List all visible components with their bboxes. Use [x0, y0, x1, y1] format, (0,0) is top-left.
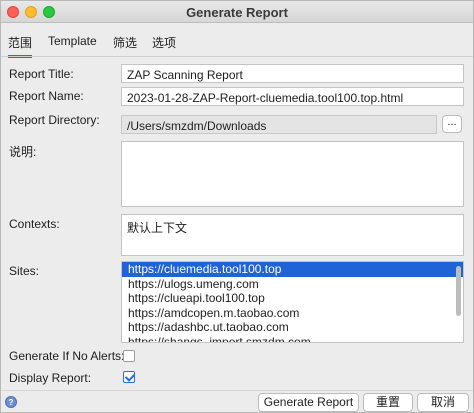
- report-directory-label: Report Directory:: [9, 113, 100, 127]
- sites-list[interactable]: https://cluemedia.tool100.top https://ul…: [121, 261, 464, 343]
- report-title-input[interactable]: ZAP Scanning Report: [121, 64, 464, 83]
- tab-scope[interactable]: 范围: [8, 34, 33, 58]
- site-item[interactable]: https://adashbc.ut.taobao.com: [122, 320, 463, 335]
- report-name-label: Report Name:: [9, 89, 84, 103]
- report-title-label: Report Title:: [9, 67, 74, 81]
- generate-if-no-alerts-label: Generate If No Alerts:: [9, 349, 125, 363]
- report-name-input[interactable]: 2023-01-28-ZAP-Report-cluemedia.tool100.…: [121, 87, 464, 106]
- context-item[interactable]: 默认上下文: [127, 221, 187, 235]
- bottom-divider: [1, 390, 473, 391]
- tab-options[interactable]: 选项: [152, 34, 176, 51]
- description-textarea[interactable]: [121, 141, 464, 207]
- tab-bar: 范围 Template 筛选 选项: [1, 23, 473, 58]
- contexts-label: Contexts:: [9, 217, 60, 231]
- cancel-button[interactable]: 取消: [417, 393, 469, 412]
- window-title: Generate Report: [186, 5, 288, 20]
- site-item[interactable]: https://cluemedia.tool100.top: [122, 262, 463, 277]
- tab-divider: [1, 56, 473, 57]
- site-item[interactable]: https://clueapi.tool100.top: [122, 291, 463, 306]
- sites-label: Sites:: [9, 264, 40, 278]
- tab-filter[interactable]: 筛选: [113, 34, 137, 51]
- generate-if-no-alerts-checkbox[interactable]: [123, 350, 135, 362]
- reset-button[interactable]: 重置: [363, 393, 413, 412]
- generate-report-window: Generate Report 范围 Template 筛选 选项 Report…: [0, 0, 474, 413]
- browse-directory-button[interactable]: ...: [442, 115, 462, 133]
- display-report-label: Display Report:: [9, 371, 92, 385]
- help-icon[interactable]: ?: [5, 396, 17, 408]
- display-report-checkbox[interactable]: [123, 371, 135, 383]
- generate-report-button[interactable]: Generate Report: [258, 393, 359, 412]
- contexts-list[interactable]: 默认上下文: [121, 214, 464, 256]
- site-item[interactable]: https://shangs_import.smzdm.com: [122, 335, 463, 343]
- site-item[interactable]: https://ulogs.umeng.com: [122, 277, 463, 292]
- description-label: 说明:: [9, 145, 37, 159]
- report-directory-input[interactable]: /Users/smzdm/Downloads: [121, 115, 437, 134]
- site-item[interactable]: https://amdcopen.m.taobao.com: [122, 306, 463, 321]
- tab-template[interactable]: Template: [48, 34, 97, 48]
- title-bar: Generate Report: [1, 1, 473, 23]
- sites-scrollbar[interactable]: [456, 266, 461, 316]
